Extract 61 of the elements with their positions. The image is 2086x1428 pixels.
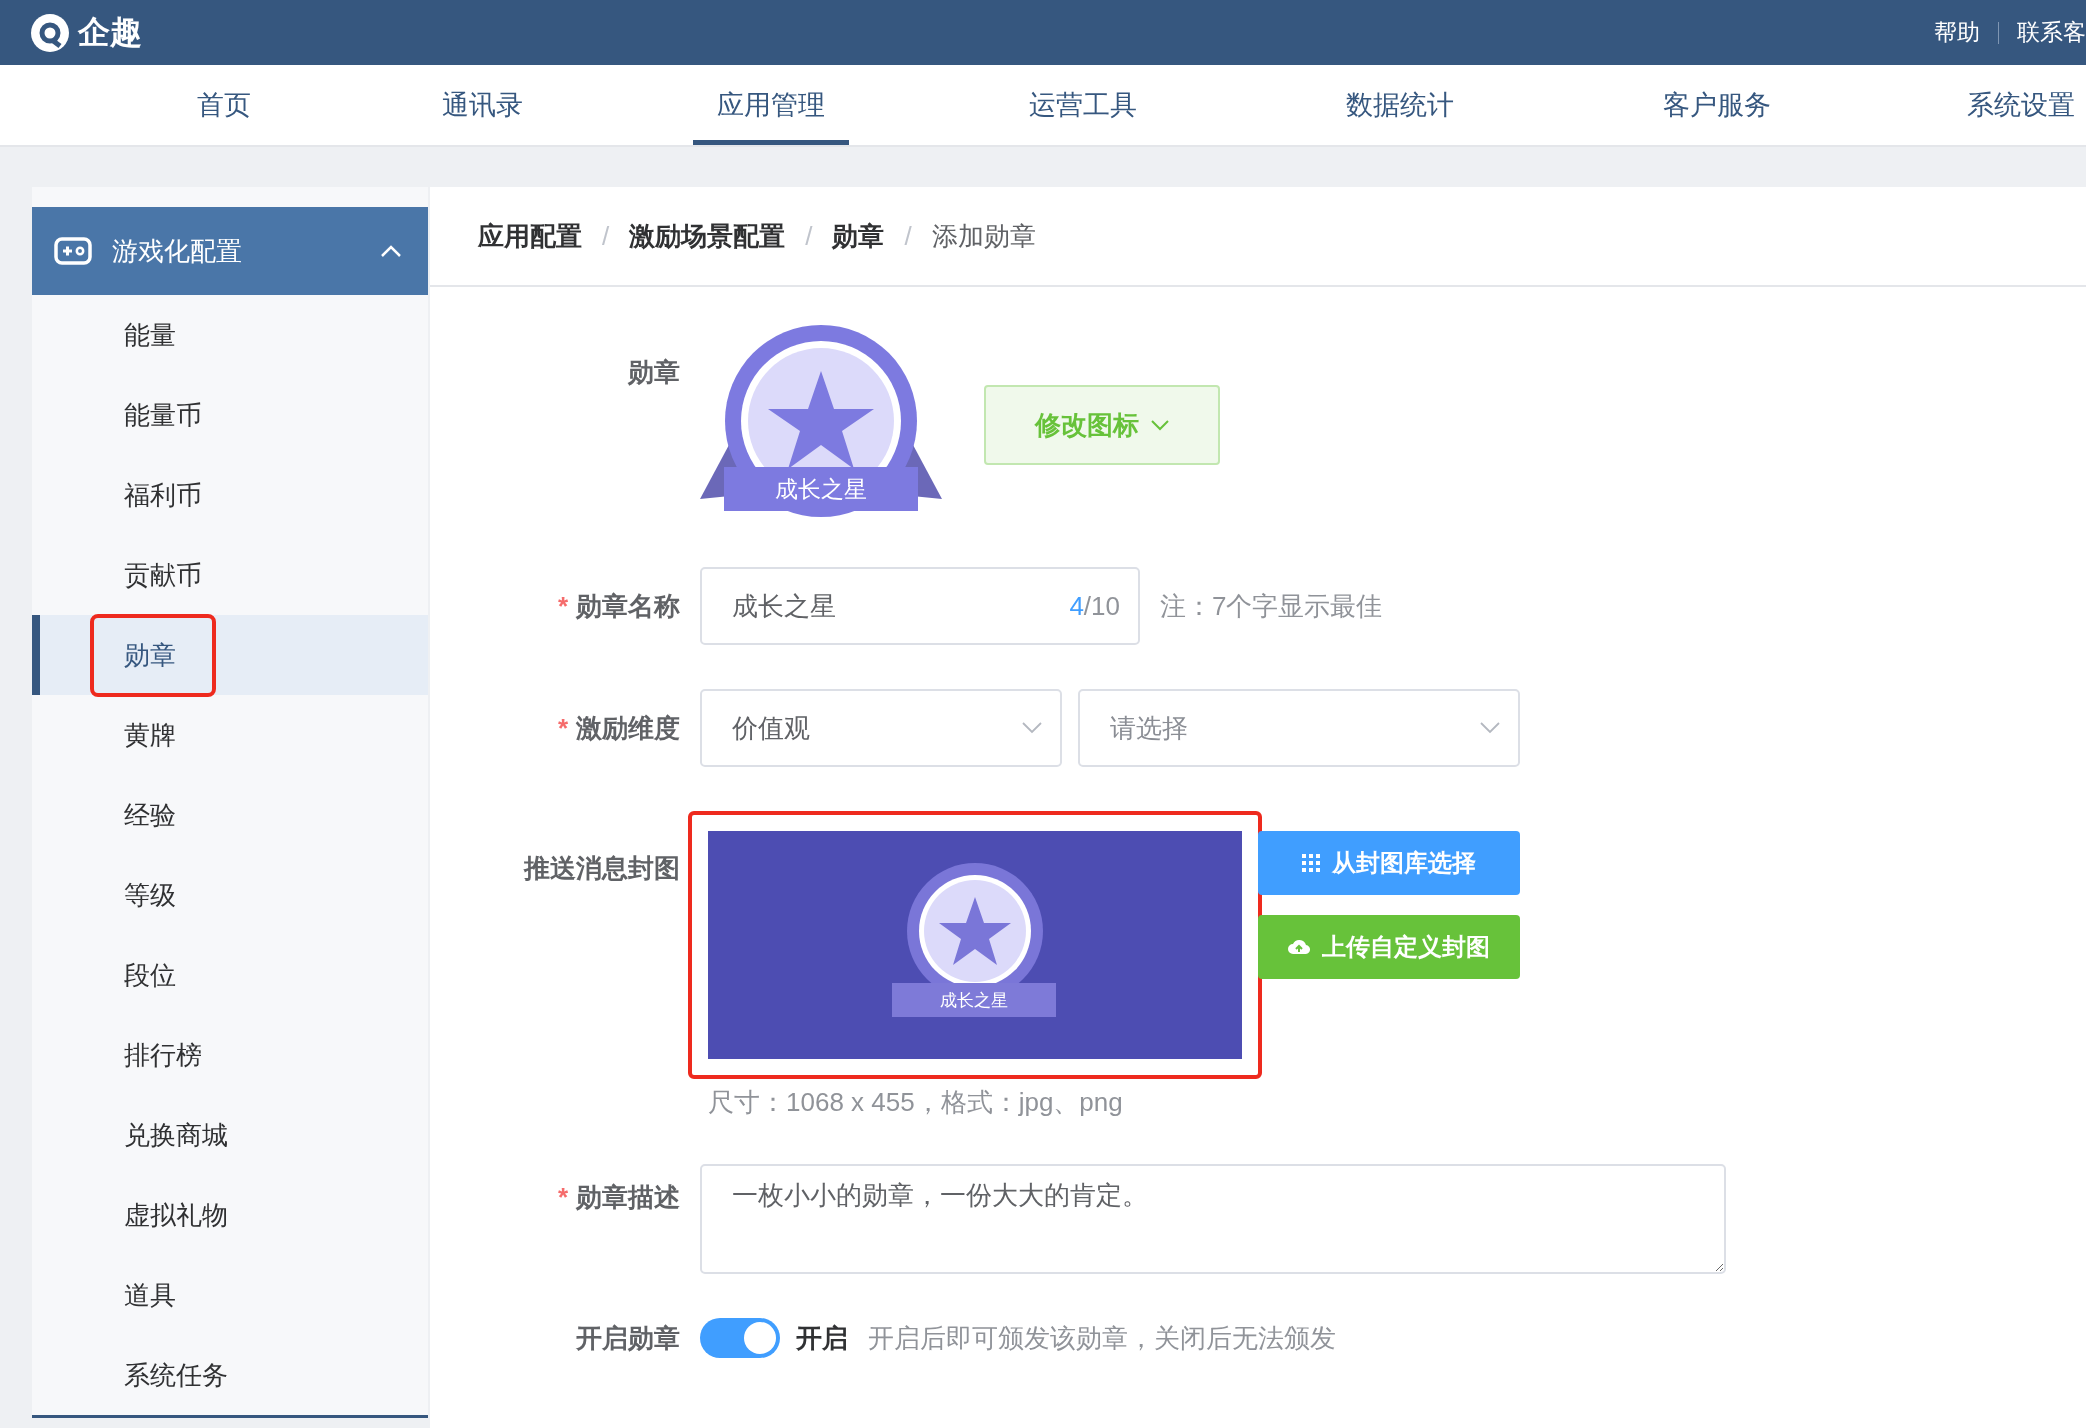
form-label: * 勋章名称 xyxy=(556,589,680,623)
breadcrumb-separator: / xyxy=(805,220,813,252)
sidebar-item[interactable]: 能量 xyxy=(32,295,428,375)
logo-icon xyxy=(30,12,70,53)
nav-tab[interactable]: 运营工具 xyxy=(1004,65,1161,145)
highlight-frame: 勋章 xyxy=(90,613,216,697)
form-label: * 激励维度 xyxy=(556,711,680,745)
breadcrumb-link[interactable]: 勋章 xyxy=(832,218,885,254)
nav-tab[interactable]: 应用管理 xyxy=(693,65,849,145)
switch-state-text: 开启 xyxy=(796,1321,848,1355)
gamepad-icon xyxy=(54,236,92,266)
sidebar-item[interactable]: 勋章 xyxy=(32,615,428,695)
breadcrumb-separator: / xyxy=(904,220,912,252)
sidebar-item[interactable]: 段位 xyxy=(32,935,428,1015)
chevron-icon xyxy=(1022,722,1042,734)
note-text: 注：7个字显示最佳 xyxy=(1160,589,1383,623)
sidebar-item[interactable]: 兑换商城 xyxy=(32,1095,428,1175)
required-mark: * xyxy=(557,712,568,743)
sidebar-item[interactable]: 福利币 xyxy=(32,455,428,535)
grid-icon xyxy=(1302,854,1320,872)
description-textarea[interactable]: 一枚小小的勋章，一份大大的肯定。 xyxy=(700,1164,1726,1274)
nav-tab[interactable]: 客户服务 xyxy=(1639,65,1795,145)
form-label: 勋章 xyxy=(627,356,680,389)
breadcrumb-separator: / xyxy=(602,220,610,252)
header-link[interactable]: 联系客 xyxy=(2017,17,2086,48)
sidebar-item[interactable]: 排行榜 xyxy=(32,1015,428,1095)
current-page-title: 添加勋章 xyxy=(931,219,1036,253)
breadcrumb-link[interactable]: 激励场景配置 xyxy=(629,218,786,254)
chevron-icon xyxy=(380,244,402,258)
switch-hint: 开启后即可颁发该勋章，关闭后无法颁发 xyxy=(868,1321,1336,1355)
sidebar-item[interactable]: 系统任务 xyxy=(32,1335,428,1415)
chevron-icon xyxy=(1151,419,1169,431)
sidebar-group-header[interactable]: 游戏化配置 xyxy=(32,207,428,295)
required-mark: * xyxy=(557,1182,568,1212)
form-label: 开启勋章 xyxy=(575,1321,680,1355)
chevron-icon xyxy=(1480,722,1500,734)
cloud-upload-icon xyxy=(1288,939,1310,955)
sidebar-item[interactable]: 贡献币 xyxy=(32,535,428,615)
toggle-switch[interactable] xyxy=(700,1318,780,1358)
nav-tab[interactable]: 首页 xyxy=(173,65,275,145)
form-label: 推送消息封图 xyxy=(522,852,680,885)
sidebar-item[interactable]: 道具 xyxy=(32,1255,428,1335)
required-mark: * xyxy=(557,590,568,621)
medal-ribbon: 成长之星 xyxy=(892,983,1056,1017)
header-link[interactable]: 帮助 xyxy=(1934,17,1980,48)
form-label: * 勋章描述 xyxy=(556,1181,680,1214)
sidebar-item[interactable]: 虚拟礼物 xyxy=(32,1175,428,1255)
character-counter: 4/10 xyxy=(1069,590,1120,622)
sidebar-item[interactable]: 能量币 xyxy=(32,375,428,455)
sidebar-item[interactable]: 经验 xyxy=(32,775,428,855)
sidebar-item[interactable]: 黄牌 xyxy=(32,695,428,775)
nav-tab[interactable]: 数据统计 xyxy=(1321,65,1478,145)
sidebar-item[interactable]: 等级 xyxy=(32,855,428,935)
medal-ribbon: 成长之星 xyxy=(724,467,918,511)
name-input-field[interactable]: 成长之星 4/10 xyxy=(700,567,1140,645)
size-hint: 尺寸：1068 x 455，格式：jpg、png xyxy=(707,1086,1124,1119)
select-dropdown[interactable]: 价值观 xyxy=(700,689,1062,767)
nav-tab[interactable]: 通讯录 xyxy=(418,65,547,145)
logo-text: 企趣 xyxy=(78,12,142,52)
nav-tab[interactable]: 系统设置 xyxy=(1943,65,2086,145)
breadcrumb-link[interactable]: 应用配置 xyxy=(478,218,582,254)
